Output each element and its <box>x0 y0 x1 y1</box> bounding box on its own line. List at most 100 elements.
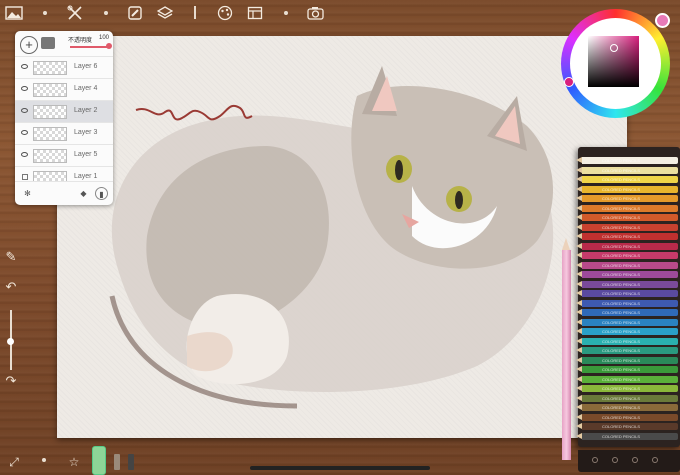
star-icon[interactable]: ☆ <box>66 454 82 470</box>
pink-pencil[interactable] <box>562 250 571 460</box>
pencil-label: COLORED PENCILS <box>602 186 641 192</box>
pencil-label: COLORED PENCILS <box>602 329 641 334</box>
eyedropper-icon[interactable]: ✎ <box>2 248 20 266</box>
trash-icon[interactable]: ▮ <box>95 187 108 200</box>
eye-icon[interactable] <box>21 108 28 113</box>
pen-icon[interactable] <box>185 3 205 23</box>
layer-row[interactable]: Layer 3 <box>15 122 113 145</box>
layer-thumbnail <box>33 149 67 163</box>
hidden-eye-icon[interactable] <box>22 174 28 180</box>
gallery-icon[interactable] <box>4 3 24 23</box>
colored-pencil[interactable]: COLORED PENCILS <box>576 328 678 335</box>
pencil-tip <box>576 432 582 439</box>
layer-row[interactable]: Layer 1 <box>15 166 113 182</box>
layer-row[interactable]: Layer 5 <box>15 144 113 167</box>
colored-pencil[interactable]: COLORED PENCILS <box>576 299 678 307</box>
colored-pencil[interactable]: COLORED PENCILS <box>576 318 678 326</box>
opacity-value: 100 <box>99 35 110 41</box>
colored-pencil[interactable]: COLORED PENCILS <box>576 176 678 183</box>
pencil-label: COLORED PENCILS <box>602 196 641 201</box>
colored-pencil[interactable]: COLORED PENCILS <box>576 366 678 373</box>
pencil-label: COLORED PENCILS <box>602 177 641 182</box>
pencil-tip <box>576 385 582 391</box>
pencil-label: COLORED PENCILS <box>602 272 641 277</box>
colored-pencil[interactable]: COLORED PENCILS <box>576 233 678 240</box>
colored-pencil[interactable]: COLORED PENCILS <box>576 413 678 421</box>
separator-dot <box>284 11 288 15</box>
eye-icon[interactable] <box>21 152 28 157</box>
eye-icon[interactable] <box>21 130 28 135</box>
undo-icon[interactable]: ↶ <box>2 278 20 296</box>
eraser-tool[interactable] <box>92 446 106 475</box>
colored-pencil[interactable]: COLORED PENCILS <box>576 337 678 345</box>
layer-row[interactable]: Layer 6 <box>15 56 113 79</box>
palette-icon[interactable] <box>215 3 235 23</box>
settings-icon[interactable]: ✻ <box>21 187 34 200</box>
hue-knob[interactable] <box>564 77 574 87</box>
colored-pencil[interactable]: COLORED PENCILS <box>576 404 678 411</box>
saturation-value-picker[interactable] <box>588 36 639 87</box>
separator-dot <box>104 11 108 15</box>
pencil-label: COLORED PENCILS <box>602 386 641 391</box>
pencil-label: COLORED PENCILS <box>602 357 641 363</box>
colored-pencil[interactable]: COLORED PENCILS <box>576 347 678 354</box>
pencil-tip <box>576 185 582 192</box>
camera-icon[interactable] <box>305 3 325 23</box>
dark-pencil-icon[interactable] <box>128 454 134 470</box>
pencil-label: COLORED PENCILS <box>602 300 641 306</box>
pencil-tip <box>576 328 582 334</box>
reference-icon[interactable] <box>245 3 265 23</box>
brush-icon[interactable] <box>125 3 145 23</box>
colored-pencil[interactable]: COLORED PENCILS <box>576 423 678 430</box>
add-layer-button[interactable]: + <box>20 36 38 54</box>
separator-dot <box>43 11 47 15</box>
colored-pencil[interactable]: COLORED PENCILS <box>576 157 678 164</box>
colored-pencil[interactable]: COLORED PENCILS <box>576 195 678 202</box>
colored-pencil[interactable]: COLORED PENCILS <box>576 290 678 297</box>
folder-icon[interactable] <box>41 37 55 49</box>
home-indicator[interactable] <box>250 466 430 470</box>
expand-icon[interactable]: ⤢ <box>6 454 22 470</box>
layer-name: Layer 1 <box>74 173 98 180</box>
colored-pencil[interactable]: COLORED PENCILS <box>576 432 678 440</box>
pencil-label: COLORED PENCILS <box>602 205 641 211</box>
colored-pencil[interactable]: COLORED PENCILS <box>576 356 678 364</box>
layer-row[interactable]: Layer 4 <box>15 78 113 101</box>
colored-pencil[interactable]: COLORED PENCILS <box>576 214 678 221</box>
colored-pencil[interactable]: COLORED PENCILS <box>576 242 678 250</box>
layers-icon[interactable] <box>155 3 175 23</box>
pencil-tip <box>576 223 582 230</box>
pencil-label: COLORED PENCILS <box>602 291 641 296</box>
colored-pencil[interactable]: COLORED PENCILS <box>576 375 678 383</box>
pink-pencil-tip <box>562 238 570 250</box>
layer-row-selected[interactable]: Layer 2 <box>15 100 113 123</box>
pencil-label: COLORED PENCILS <box>602 158 641 163</box>
colored-pencil[interactable]: COLORED PENCILS <box>576 271 678 278</box>
colored-pencil[interactable]: COLORED PENCILS <box>576 394 678 402</box>
colored-pencil[interactable]: COLORED PENCILS <box>576 385 678 392</box>
current-color-swatch[interactable] <box>655 13 670 28</box>
pencil-tip <box>576 157 582 163</box>
color-wheel[interactable] <box>561 9 670 118</box>
colored-pencil[interactable]: COLORED PENCILS <box>576 280 678 288</box>
colored-pencil[interactable]: COLORED PENCILS <box>576 223 678 231</box>
colored-pencil[interactable]: COLORED PENCILS <box>576 261 678 269</box>
colored-pencil[interactable]: COLORED PENCILS <box>576 185 678 193</box>
brush-size-knob[interactable] <box>7 338 14 345</box>
colored-pencil[interactable]: COLORED PENCILS <box>576 309 678 316</box>
eye-icon[interactable] <box>21 64 28 69</box>
pencil-tool-icon[interactable] <box>114 454 120 470</box>
pencil-label: COLORED PENCILS <box>602 319 641 325</box>
opacity-slider-knob[interactable] <box>106 43 112 49</box>
pencil-tip <box>576 242 582 249</box>
colored-pencil[interactable]: COLORED PENCILS <box>576 204 678 212</box>
pencil-label: COLORED PENCILS <box>602 376 641 382</box>
eraser-icon[interactable]: ◆ <box>77 187 90 200</box>
tools-icon[interactable] <box>65 3 85 23</box>
opacity-slider[interactable] <box>70 46 108 48</box>
colored-pencil[interactable]: COLORED PENCILS <box>576 166 678 174</box>
redo-icon[interactable]: ↷ <box>2 372 20 390</box>
sv-knob[interactable] <box>610 44 618 52</box>
colored-pencil[interactable]: COLORED PENCILS <box>576 252 678 259</box>
eye-icon[interactable] <box>21 86 28 91</box>
